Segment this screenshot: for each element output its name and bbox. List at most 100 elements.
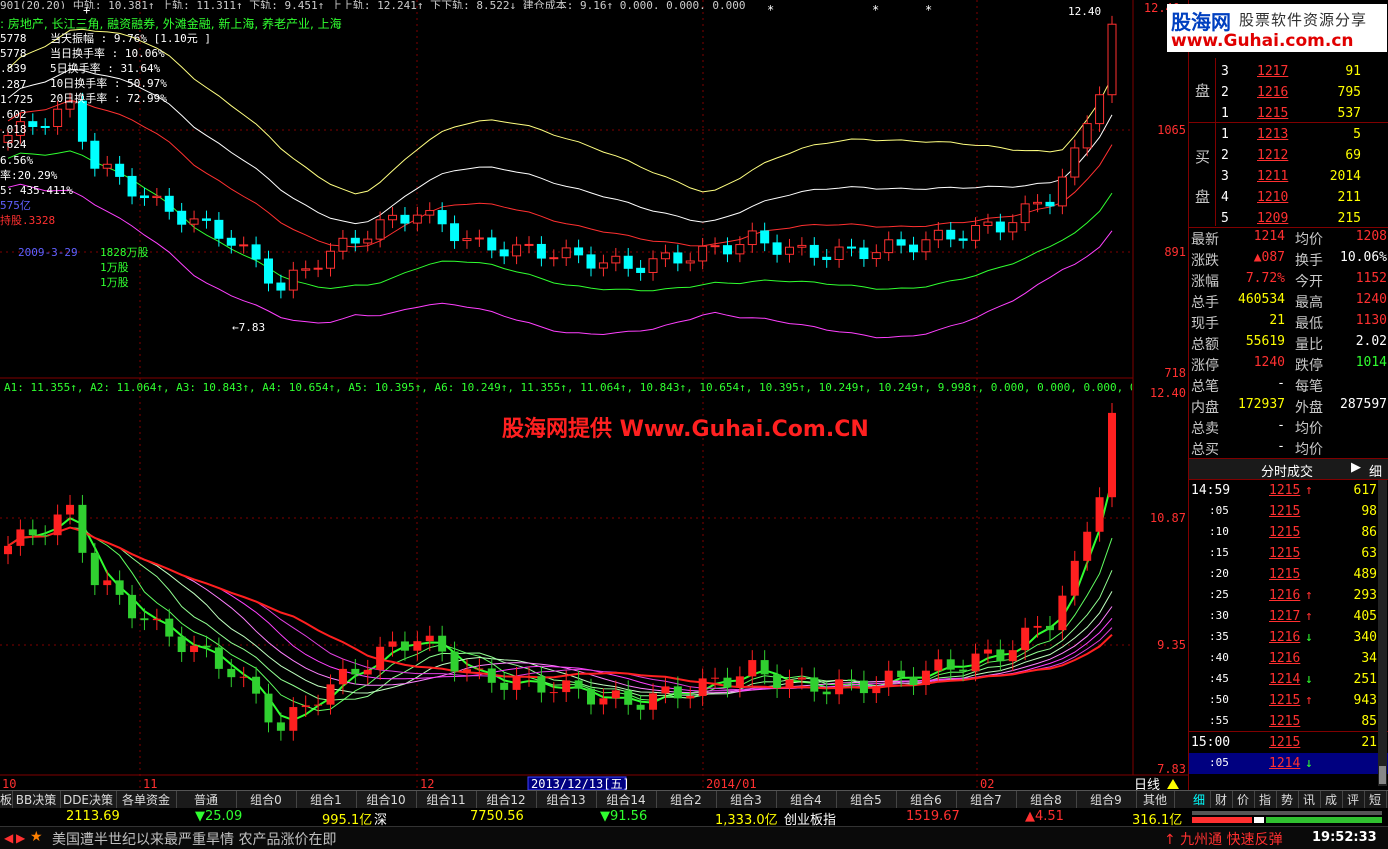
candle-body	[536, 243, 546, 259]
buy-level-row[interactable]: 4 1210 211	[1189, 188, 1388, 209]
tab-6[interactable]: 组合1	[296, 791, 357, 809]
tick-row[interactable]: :45 1214 ↓ 251	[1189, 669, 1388, 690]
candle-body	[239, 244, 249, 247]
candle-body	[152, 195, 162, 199]
side-tab-3[interactable]: 指	[1254, 791, 1277, 809]
tick-row[interactable]: :25 1216 ↑ 293	[1189, 585, 1388, 606]
candle-body	[1045, 201, 1055, 207]
tick-row[interactable]: 15:00 1215 21	[1189, 732, 1388, 753]
sub-candle-body	[624, 690, 633, 705]
volume-annotation: 1万股	[100, 276, 129, 289]
tick-row[interactable]: :35 1216 ↓ 340	[1189, 627, 1388, 648]
candle-body	[710, 245, 720, 248]
buy-level-row[interactable]: 1 1213 5	[1189, 125, 1388, 146]
candle-body	[338, 237, 348, 252]
tick-row[interactable]: :05 1214 ↓	[1189, 753, 1388, 774]
sub-candle-body	[400, 641, 409, 651]
sub-candle-body	[475, 668, 484, 670]
tab-15[interactable]: 组合5	[836, 791, 897, 809]
scroll-thumb[interactable]	[1379, 766, 1386, 784]
tab-8[interactable]: 组合11	[416, 791, 477, 809]
side-tab-7[interactable]: 评	[1342, 791, 1365, 809]
sub-candle-body	[90, 552, 99, 586]
tab-20[interactable]: 其他	[1136, 791, 1175, 809]
tab-11[interactable]: 组合14	[596, 791, 657, 809]
tick-row[interactable]: :05 1215 98	[1189, 501, 1388, 522]
sz-index-value[interactable]: 7750.56	[470, 809, 524, 824]
tab-4[interactable]: 普通	[176, 791, 237, 809]
sub-candle-body	[227, 668, 236, 678]
side-tab-2[interactable]: 价	[1232, 791, 1255, 809]
tab-12[interactable]: 组合2	[656, 791, 717, 809]
tick-row[interactable]: 14:59 1215 ↑ 617	[1189, 480, 1388, 501]
period-up-icon[interactable]	[1167, 779, 1179, 789]
candle-body	[561, 247, 571, 259]
tick-row[interactable]: :50 1215 ↑ 943	[1189, 690, 1388, 711]
tick-row[interactable]: :15 1215 63	[1189, 543, 1388, 564]
sub-candle-body	[735, 676, 744, 688]
tab-10[interactable]: 组合13	[536, 791, 597, 809]
ticks-detail-button[interactable]: 细	[1369, 461, 1382, 480]
side-tab-1[interactable]: 财	[1210, 791, 1233, 809]
sub-candle-body	[202, 645, 211, 648]
kline-chart[interactable]: 12.40 1065 891 718 12.40 10.87 9.35 7.83…	[0, 0, 1188, 793]
tab-14[interactable]: 组合4	[776, 791, 837, 809]
sub-candle-body	[1058, 595, 1067, 631]
side-tab-4[interactable]: 势	[1276, 791, 1299, 809]
chart-area[interactable]: 12.40 1065 891 718 12.40 10.87 9.35 7.83…	[0, 0, 1188, 793]
period-label[interactable]: 日线	[1134, 778, 1160, 793]
sub-candle-body	[921, 670, 930, 686]
tick-row[interactable]: :55 1215 85	[1189, 711, 1388, 732]
sub-candle-body	[760, 660, 769, 675]
candle-body	[809, 244, 819, 258]
prev-arrow-icon[interactable]: ◀	[4, 831, 13, 845]
sell-level-row[interactable]: 1 1215 537	[1189, 104, 1388, 125]
side-tab-0[interactable]: 细	[1188, 791, 1211, 809]
sub-candle-body	[289, 707, 298, 731]
candle-body	[164, 195, 174, 212]
sub-candle-body	[4, 545, 12, 555]
sub-candle-body	[959, 669, 968, 672]
logo-banner: 股海网 股票软件资源分享 www.Guhai.com.cn	[1167, 4, 1387, 52]
tab-5[interactable]: 组合0	[236, 791, 297, 809]
tab-1[interactable]: BB决策	[12, 791, 61, 809]
tab-13[interactable]: 组合3	[716, 791, 777, 809]
buy-level-row[interactable]: 2 1212 69	[1189, 146, 1388, 167]
news-ticker[interactable]: ↑ 九州通 快速反弹	[1164, 829, 1283, 849]
side-tab-8[interactable]: 短	[1364, 791, 1387, 809]
side-tab-5[interactable]: 讯	[1298, 791, 1321, 809]
sub-candle-body	[996, 649, 1005, 662]
buy-level-row[interactable]: 3 1211 2014	[1189, 167, 1388, 188]
tab-9[interactable]: 组合12	[476, 791, 537, 809]
ticks-scrollbar[interactable]	[1378, 480, 1387, 786]
tick-row[interactable]: :10 1215 86	[1189, 522, 1388, 543]
sh-index-value[interactable]: 2113.69	[66, 809, 120, 824]
tab-17[interactable]: 组合7	[956, 791, 1017, 809]
buy-level-row[interactable]: 5 1209 215	[1189, 209, 1388, 230]
tab-3[interactable]: 各单资金	[116, 791, 177, 809]
sub-candle-body	[562, 680, 571, 693]
sell-level-row[interactable]: 3 1217 91	[1189, 62, 1388, 83]
ticks-play-icon[interactable]: ▶	[1351, 460, 1361, 475]
sub-candle-body	[797, 677, 806, 680]
tab-19[interactable]: 组合9	[1076, 791, 1137, 809]
cy-index-value[interactable]: 1519.67	[906, 809, 960, 824]
ticks-header: 分时成交 ▶ 细	[1189, 458, 1388, 480]
tab-16[interactable]: 组合6	[896, 791, 957, 809]
ribbon-line-1	[7, 526, 1113, 712]
candle-body	[933, 229, 943, 241]
tick-row[interactable]: :40 1216 34	[1189, 648, 1388, 669]
sell-level-row[interactable]: 2 1216 795	[1189, 83, 1388, 104]
sub-candle-body	[946, 659, 955, 670]
tick-row[interactable]: :30 1217 ↑ 405	[1189, 606, 1388, 627]
news-headline[interactable]: 美国遭半世纪以来最严重旱情 农产品涨价在即	[52, 829, 336, 849]
candle-body	[263, 258, 273, 284]
side-tab-6[interactable]: 成	[1320, 791, 1343, 809]
tab-2[interactable]: DDE决策	[60, 791, 117, 809]
candle-body	[437, 210, 447, 225]
candle-body	[425, 210, 435, 216]
next-arrow-icon[interactable]: ▶	[16, 831, 25, 845]
tick-row[interactable]: :20 1215 489	[1189, 564, 1388, 585]
tab-18[interactable]: 组合8	[1016, 791, 1077, 809]
tab-7[interactable]: 组合10	[356, 791, 417, 809]
